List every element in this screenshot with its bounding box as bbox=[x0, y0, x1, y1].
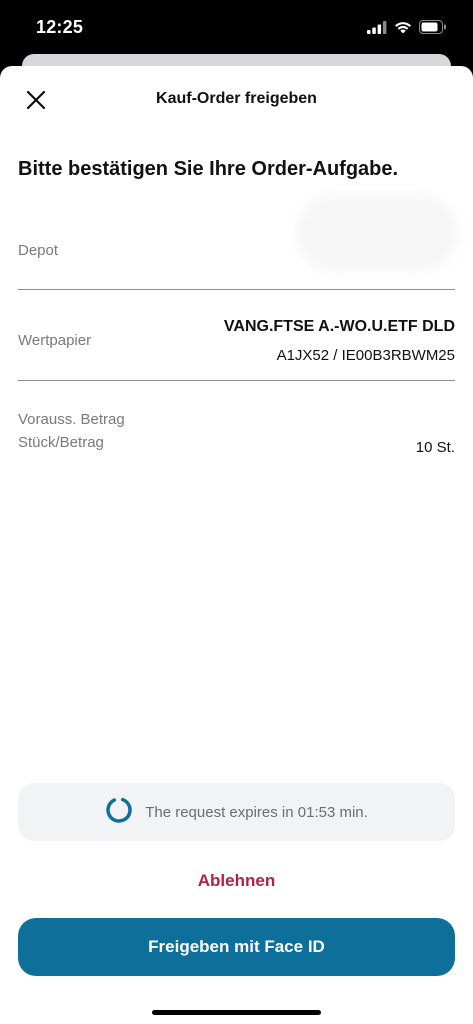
reject-button[interactable]: Ablehnen bbox=[0, 871, 473, 891]
depot-label: Depot bbox=[18, 242, 59, 259]
stueck-label: Stück/Betrag bbox=[18, 434, 104, 451]
wertpapier-label: Wertpapier bbox=[18, 332, 92, 349]
approve-button-label: Freigeben mit Face ID bbox=[148, 937, 325, 956]
page-title: Kauf-Order freigeben bbox=[156, 90, 317, 107]
spinner-icon bbox=[105, 796, 133, 829]
betrag-label: Vorauss. Betrag bbox=[18, 411, 125, 428]
expiry-banner: The request expires in 01:53 min. bbox=[18, 783, 455, 841]
status-icons bbox=[367, 20, 447, 39]
divider bbox=[18, 289, 455, 290]
depot-value-blurred bbox=[296, 194, 458, 272]
stueck-value: 10 St. bbox=[415, 439, 455, 456]
divider bbox=[18, 380, 455, 381]
status-bar: 12:25 bbox=[0, 0, 473, 58]
battery-icon bbox=[419, 20, 447, 39]
modal-sheet: Kauf-Order freigeben Bitte bestätigen Si… bbox=[0, 66, 473, 1024]
wertpapier-ids: A1JX52 / IE00B3RBWM25 bbox=[276, 347, 455, 364]
status-time: 12:25 bbox=[36, 17, 84, 37]
approve-faceid-button[interactable]: Freigeben mit Face ID bbox=[18, 918, 455, 976]
expiry-text: The request expires in 01:53 min. bbox=[145, 803, 368, 821]
cellular-signal-icon bbox=[367, 20, 387, 39]
wertpapier-name: VANG.FTSE A.-WO.U.ETF DLD bbox=[223, 318, 455, 335]
confirm-heading: Bitte bestätigen Sie Ihre Order-Aufgabe. bbox=[18, 158, 399, 180]
wifi-icon bbox=[394, 21, 412, 39]
home-indicator bbox=[152, 1010, 321, 1015]
